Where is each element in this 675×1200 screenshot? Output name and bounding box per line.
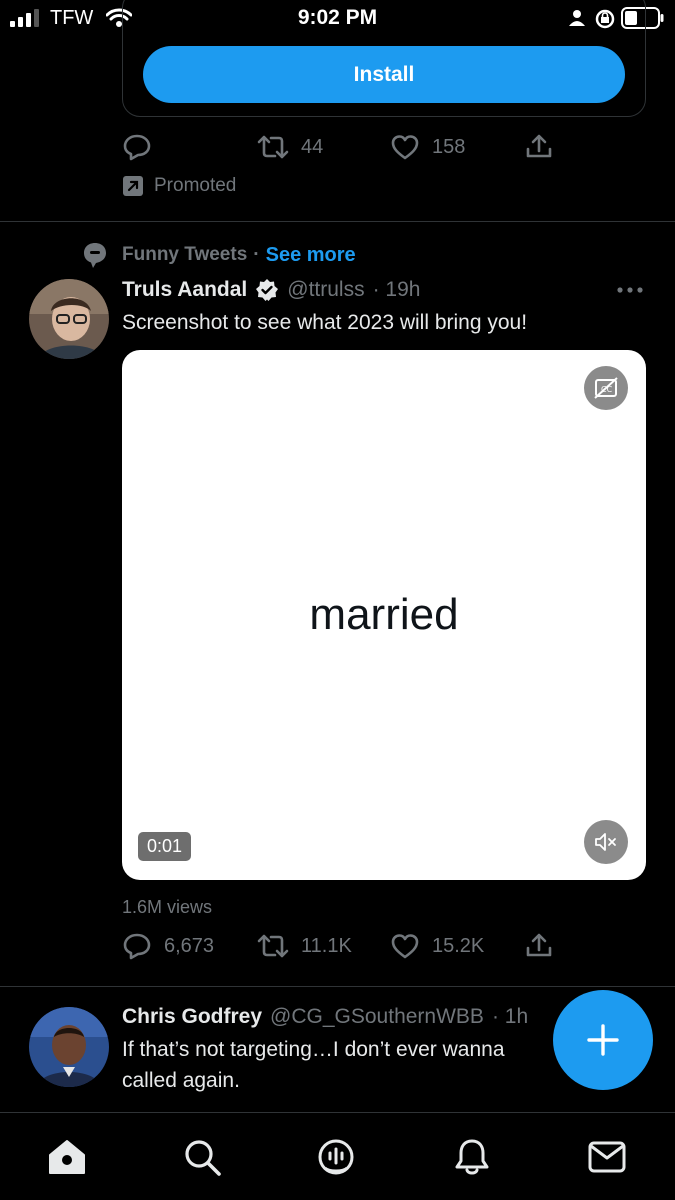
mute-icon	[595, 833, 616, 851]
compose-button[interactable]	[553, 990, 653, 1090]
messages-icon	[588, 1141, 626, 1173]
divider	[0, 986, 675, 987]
avatar[interactable]	[29, 1007, 109, 1087]
video-caption-text: married	[309, 590, 459, 639]
tweet-action-bar: 6,673 11.1K 15.2K	[122, 928, 582, 968]
reply-button[interactable]	[122, 133, 152, 161]
reply-icon	[123, 933, 151, 960]
promoted-label: Promoted	[122, 175, 236, 197]
view-count: 1.6M views	[122, 897, 213, 917]
tab-search[interactable]	[174, 1133, 230, 1181]
retweet-count: 11.1K	[301, 934, 352, 957]
captions-button[interactable]: CC	[584, 366, 628, 410]
author-handle[interactable]: @ttrulss	[287, 278, 364, 302]
topic-icon	[84, 243, 106, 268]
reply-count: 6,673	[164, 934, 215, 957]
more-icon[interactable]	[616, 286, 644, 294]
like-count: 15.2K	[432, 934, 485, 957]
share-icon	[526, 933, 552, 957]
share-button[interactable]	[524, 932, 554, 960]
retweet-icon	[257, 934, 289, 958]
like-button[interactable]: 15.2K	[390, 932, 484, 960]
author-name[interactable]: Chris Godfrey	[122, 1005, 262, 1029]
author-handle[interactable]: @CG_GSouthernWBB	[270, 1005, 484, 1029]
retweet-button[interactable]: 11.1K	[257, 932, 352, 960]
captions-off-icon: CC	[594, 377, 618, 399]
install-button[interactable]: Install	[143, 46, 625, 103]
author-name[interactable]: Truls Aandal	[122, 278, 247, 302]
tab-messages[interactable]	[579, 1133, 635, 1181]
share-button[interactable]	[524, 133, 554, 161]
video-duration: 0:01	[138, 832, 192, 861]
tab-spaces[interactable]	[308, 1133, 364, 1181]
tweet-time: · 1h	[491, 1005, 529, 1028]
tweet-time: · 19h	[372, 278, 421, 301]
avatar-image	[29, 1007, 109, 1087]
like-button[interactable]: 158	[390, 133, 465, 161]
search-icon	[185, 1140, 221, 1176]
home-icon	[49, 1140, 85, 1174]
tweet-text-line-2: called again.	[122, 1069, 240, 1092]
like-icon	[391, 135, 419, 160]
like-icon	[391, 934, 419, 959]
spaces-icon	[318, 1139, 354, 1175]
bottom-tab-bar	[0, 1112, 675, 1200]
share-icon	[526, 134, 552, 158]
tab-notifications[interactable]	[444, 1133, 500, 1181]
avatar-image	[29, 279, 109, 359]
verified-icon	[256, 279, 279, 301]
reply-icon	[123, 134, 151, 161]
see-more-link[interactable]: See more	[266, 244, 356, 267]
tweet-header: Truls Aandal @ttrulss · 19h	[122, 278, 420, 302]
like-count: 158	[432, 135, 466, 158]
promoted-text: Promoted	[154, 175, 237, 196]
tweet-text: Screenshot to see what 2023 will bring y…	[122, 311, 528, 334]
divider	[0, 221, 675, 222]
avatar[interactable]	[29, 279, 109, 359]
promo-action-bar: 44 158	[122, 127, 582, 167]
retweet-button[interactable]: 44	[257, 133, 323, 161]
reply-button[interactable]: 6,673	[122, 932, 214, 960]
notifications-icon	[455, 1139, 489, 1175]
topic-name: Funny Tweets	[122, 244, 248, 265]
tab-home[interactable]	[39, 1133, 95, 1181]
compose-icon	[587, 1024, 619, 1056]
retweet-count: 44	[301, 135, 324, 158]
tweet-header: Chris Godfrey @CG_GSouthernWBB · 1h	[122, 1005, 528, 1029]
retweet-icon	[257, 135, 289, 159]
mute-button[interactable]	[584, 820, 628, 864]
promoted-icon	[123, 176, 143, 196]
tweet-video[interactable]: CC married 0:01	[122, 350, 646, 880]
tweet-text-line-1: If that’s not targeting…I don’t ever wan…	[122, 1038, 505, 1061]
social-context[interactable]: Funny Tweets · See more	[80, 240, 356, 270]
separator: ·	[253, 244, 260, 265]
